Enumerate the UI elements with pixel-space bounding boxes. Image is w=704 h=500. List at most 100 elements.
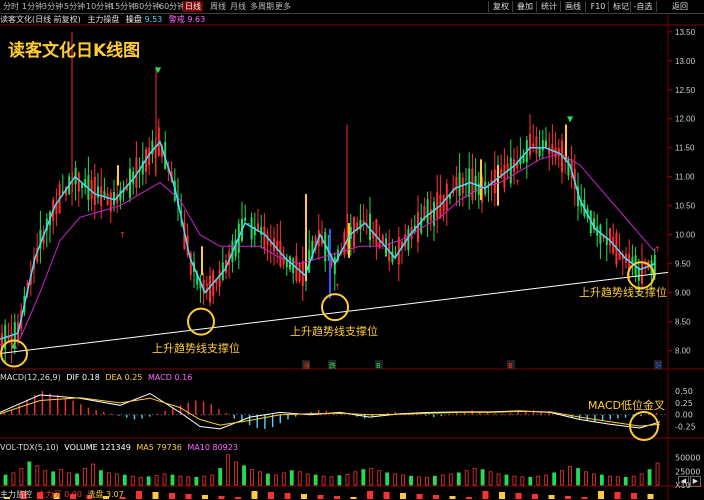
volume-bar bbox=[202, 475, 207, 486]
candle-body bbox=[529, 133, 531, 156]
candle-body bbox=[244, 217, 247, 222]
monitor-bar bbox=[400, 493, 406, 499]
monitor-bar bbox=[202, 495, 208, 499]
up-arrow-icon: ↑ bbox=[514, 178, 521, 187]
volume-bar bbox=[3, 474, 8, 486]
volume-bar bbox=[599, 474, 604, 486]
signal-marker: B bbox=[376, 362, 381, 370]
down-arrow-icon: ▼ bbox=[567, 115, 574, 124]
monitor-bar bbox=[251, 491, 258, 499]
volume-bar bbox=[592, 473, 596, 486]
monitor-bar bbox=[367, 491, 373, 499]
volume-bar bbox=[647, 469, 652, 486]
volume-bar bbox=[440, 474, 445, 486]
volume-bar bbox=[234, 461, 239, 486]
ma10-label: MA10 bbox=[187, 443, 210, 452]
volume-bar bbox=[194, 476, 199, 486]
monitor-bar bbox=[185, 494, 192, 499]
candle-body bbox=[455, 176, 458, 192]
dea-label: DEA bbox=[105, 373, 123, 382]
up-arrow-icon: ▲ bbox=[11, 341, 18, 350]
candle-body bbox=[532, 143, 535, 147]
signal-marker: B bbox=[508, 362, 513, 370]
monitor-bar bbox=[482, 491, 489, 499]
volume-bar bbox=[401, 474, 405, 486]
volume-bar bbox=[210, 474, 215, 486]
volume-bar bbox=[409, 475, 413, 486]
dif-value: 0.18 bbox=[81, 373, 100, 382]
volume-bar bbox=[417, 476, 421, 486]
monitor-bar bbox=[301, 494, 307, 499]
candle-body bbox=[93, 176, 96, 206]
volume-bar bbox=[289, 470, 294, 486]
monitor-bar bbox=[268, 492, 274, 499]
support-label-1: 上升趋势线支撑位 bbox=[152, 342, 240, 355]
wash-value: 3.07 bbox=[106, 490, 124, 499]
volume-bar bbox=[266, 473, 270, 486]
main-buy-label: 主力买 bbox=[37, 490, 62, 499]
monitor-bar bbox=[284, 493, 291, 499]
price-tick-label: 11.00 bbox=[675, 173, 695, 182]
volume-bar bbox=[59, 469, 64, 486]
volume-bar bbox=[560, 470, 565, 486]
monitor-bar bbox=[152, 492, 159, 499]
highlight-candle bbox=[497, 165, 499, 206]
highlight-candle bbox=[201, 246, 203, 276]
volume-bar bbox=[114, 473, 119, 486]
macd-value: 0.16 bbox=[174, 373, 193, 382]
volume-bar bbox=[75, 473, 79, 486]
volume-bar bbox=[615, 476, 620, 486]
support-label-3: 上升趋势线支撑位 bbox=[579, 286, 667, 299]
up-arrow-icon: ↑ bbox=[204, 283, 211, 292]
price-tick-label: 9.50 bbox=[675, 260, 691, 269]
vol-name[interactable]: VOL-TDX(5,10) bbox=[0, 443, 59, 452]
price-tick-label: 8.00 bbox=[675, 347, 691, 356]
volume-bar bbox=[130, 475, 135, 486]
monitor-info-line: 主力监控 主力买 0.00 洗盘 3.07 bbox=[0, 489, 124, 500]
candle-body bbox=[641, 263, 643, 284]
volume-bar bbox=[504, 474, 509, 486]
volume-bar bbox=[138, 476, 143, 486]
volume-bar bbox=[226, 454, 231, 486]
macd-tick-label: 0.00 bbox=[675, 411, 693, 420]
candle-body bbox=[551, 144, 554, 155]
ma-fast-line bbox=[0, 140, 656, 340]
price-tick-label: 13.50 bbox=[675, 28, 696, 37]
price-tick-label: 8.50 bbox=[675, 318, 691, 327]
kline-chart[interactable]: 13.50 13.00 12.50 12.00 11.50 11.00 10.50 10.00… bbox=[0, 0, 704, 500]
volume-bar bbox=[106, 472, 111, 486]
volume-label: VOLUME bbox=[64, 443, 98, 452]
monitor-bar bbox=[383, 492, 390, 499]
volume-bar bbox=[631, 475, 636, 486]
volume-bar bbox=[162, 473, 167, 486]
volume-bar bbox=[11, 472, 16, 486]
vol-tick-label: 25000 bbox=[675, 467, 700, 476]
volume-bar bbox=[536, 475, 541, 486]
monitor-name[interactable]: 主力监控 bbox=[0, 490, 32, 499]
volume-bar bbox=[520, 476, 525, 486]
support-circle-1 bbox=[187, 307, 215, 336]
volume-bar bbox=[552, 472, 557, 486]
highlight-candle bbox=[305, 194, 307, 282]
highlight-candle bbox=[348, 223, 350, 258]
signal-marker: 跌 bbox=[329, 361, 336, 370]
monitor-bar bbox=[532, 494, 538, 499]
monitor-bar bbox=[466, 497, 472, 499]
volume-bar bbox=[329, 476, 334, 486]
volume-bar bbox=[345, 474, 350, 486]
price-tick-label: 12.50 bbox=[675, 86, 696, 95]
volume-bar bbox=[186, 476, 191, 486]
monitor-bar bbox=[614, 492, 621, 499]
macd-name[interactable]: MACD(12,26,9) bbox=[0, 373, 61, 382]
monitor-bar bbox=[169, 493, 175, 499]
scroll-right-icon[interactable]: ▶ bbox=[690, 476, 701, 487]
volume-bar bbox=[19, 468, 24, 486]
scroll-left-icon[interactable]: ◀ bbox=[678, 476, 689, 487]
candle-body bbox=[548, 146, 551, 155]
monitor-bar bbox=[218, 496, 225, 499]
volume-bar bbox=[258, 471, 262, 486]
candle-body bbox=[609, 228, 611, 246]
volume-info-line: VOL-TDX(5,10) VOLUME 121349 MA5 79736 MA… bbox=[0, 442, 238, 453]
volume-bar bbox=[91, 463, 95, 486]
monitor-bar bbox=[598, 491, 604, 499]
